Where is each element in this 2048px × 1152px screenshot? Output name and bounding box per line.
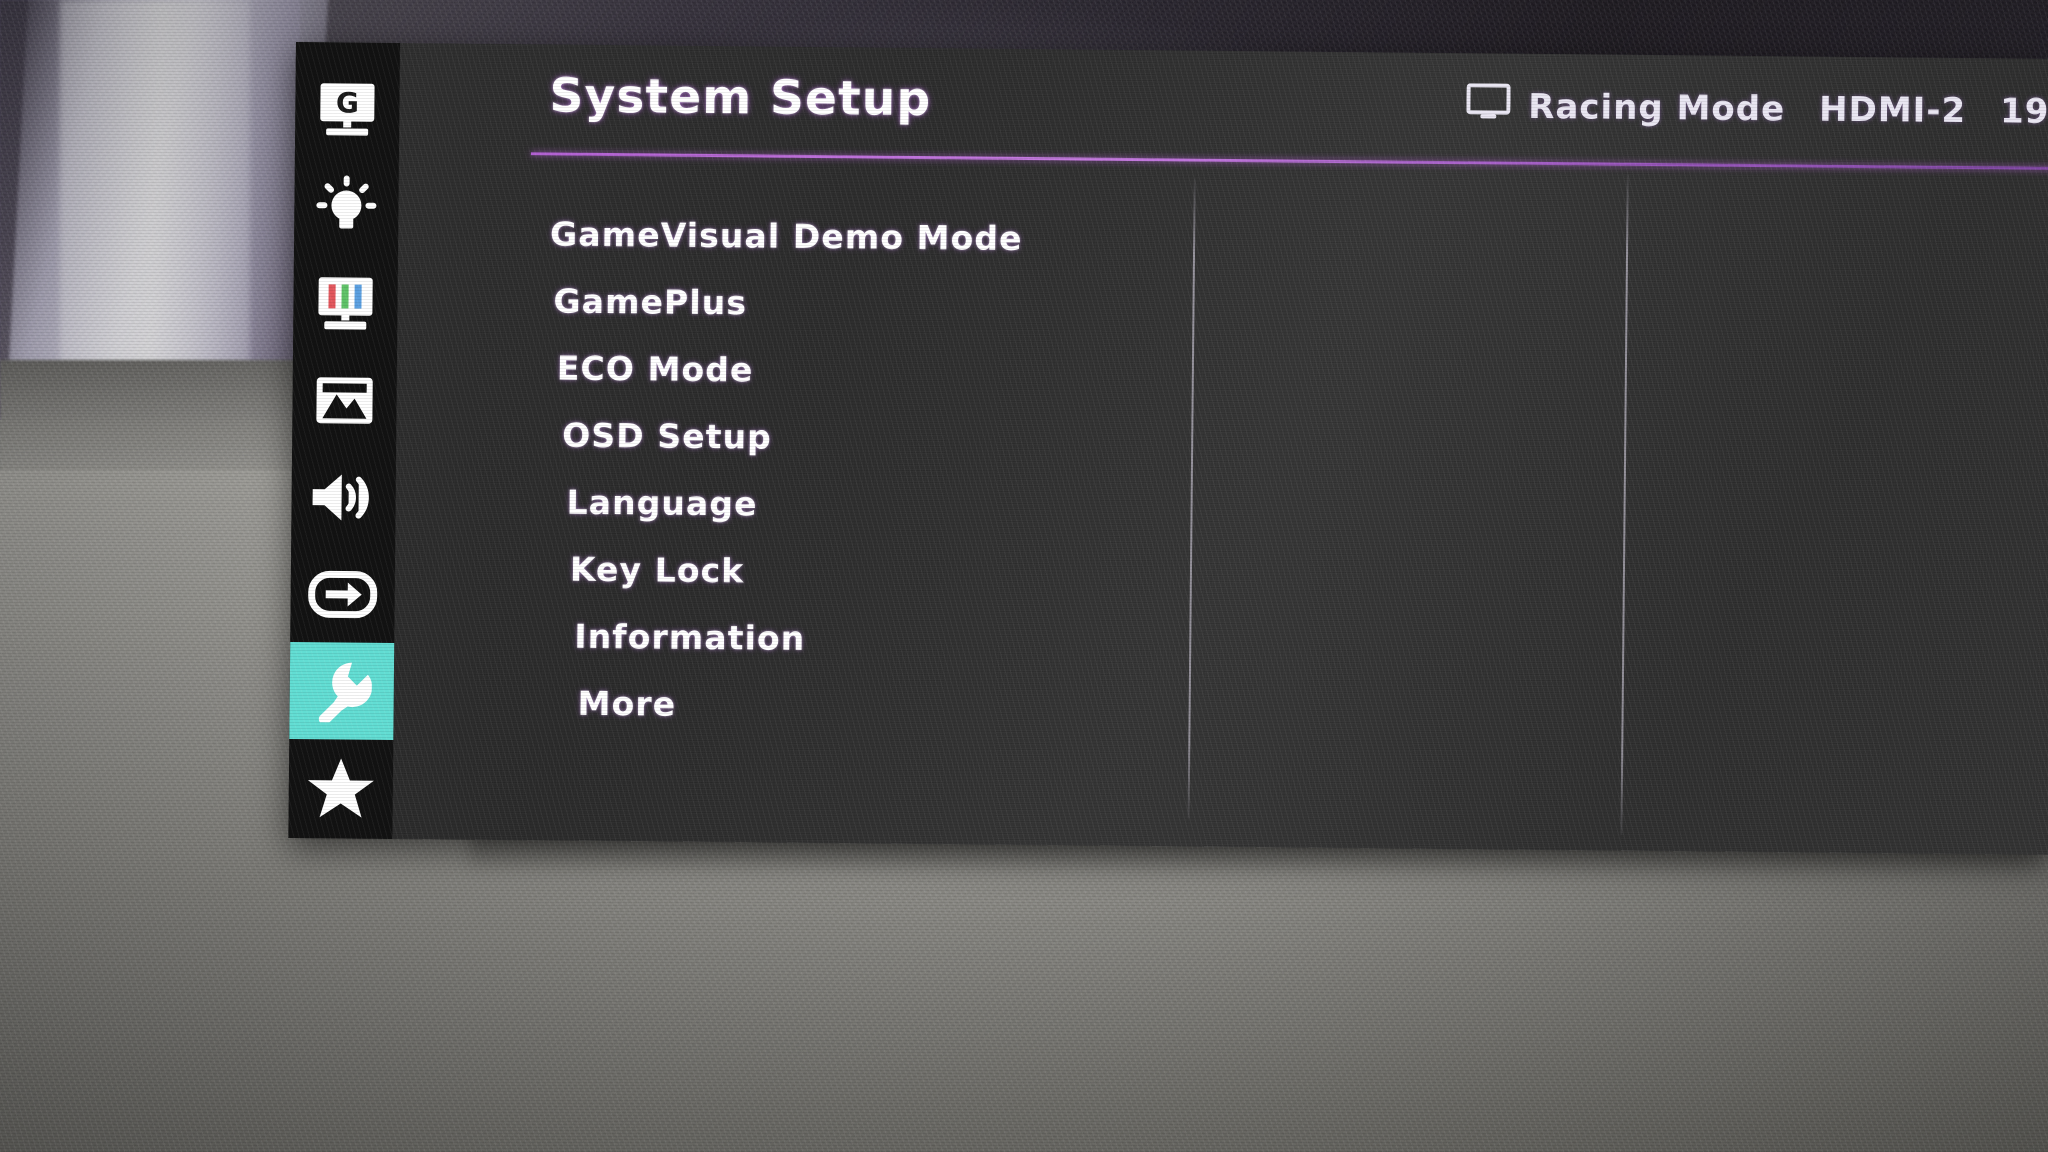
status-bar: Racing Mode HDMI-2 19 — [1466, 83, 2048, 134]
page-title: System Setup — [549, 68, 932, 128]
monitor-icon — [1466, 83, 1511, 128]
star-myfavorite-icon — [307, 756, 376, 821]
sidebar-item-sound[interactable] — [291, 448, 396, 546]
osd-menu-panel: G System Setup Racing Mode HDMI-2 19 Gam… — [288, 42, 2048, 855]
preset-mode-label: Racing Mode — [1528, 86, 1786, 129]
sidebar-item-input-select[interactable] — [290, 545, 395, 643]
menu-item-label: Information — [574, 616, 806, 658]
speaker-sound-icon — [308, 470, 379, 525]
sidebar-item-myfavorite[interactable] — [288, 739, 393, 837]
menu-item-label: ECO Mode — [556, 348, 754, 390]
menu-item-label: Language — [566, 482, 758, 524]
svg-text:G: G — [336, 86, 359, 119]
menu-item-label: OSD Setup — [562, 415, 773, 457]
osd-content: System Setup Racing Mode HDMI-2 19 GameV… — [392, 43, 2048, 855]
osd-titlebar: System Setup Racing Mode HDMI-2 19 — [399, 43, 2048, 171]
screen-photo: G System Setup Racing Mode HDMI-2 19 Gam… — [0, 0, 2048, 1152]
osd-sidebar: G — [288, 42, 400, 839]
preset-mode-group: Racing Mode — [1466, 83, 1785, 131]
menu-item-label: Key Lock — [569, 549, 745, 591]
picture-image-icon — [313, 374, 375, 427]
menu-item-label: GameVisual Demo Mode — [549, 214, 1023, 258]
sidebar-item-color[interactable] — [293, 254, 398, 352]
menu-item-label: GamePlus — [553, 281, 748, 323]
input-source-label: HDMI-2 — [1818, 89, 1967, 131]
input-select-arrow-icon — [307, 570, 378, 619]
sidebar-item-system-setup[interactable] — [289, 641, 395, 740]
resolution-label: 19 — [1999, 90, 2048, 132]
wallpaper-waterfall-core — [60, 0, 250, 392]
blue-light-bulb-icon — [314, 174, 379, 238]
sidebar-item-image[interactable] — [292, 351, 397, 449]
menu-item-label: More — [577, 683, 677, 724]
gamevisual-monitor-g-icon: G — [316, 81, 379, 138]
wrench-system-setup-icon — [311, 660, 373, 723]
sidebar-item-gamevisual[interactable]: G — [295, 60, 400, 158]
color-bars-icon — [314, 275, 377, 332]
sidebar-item-blue-light-filter[interactable] — [294, 157, 399, 255]
menu-list: GameVisual Demo Mode GamePlus ECO Mode O… — [393, 155, 2048, 751]
